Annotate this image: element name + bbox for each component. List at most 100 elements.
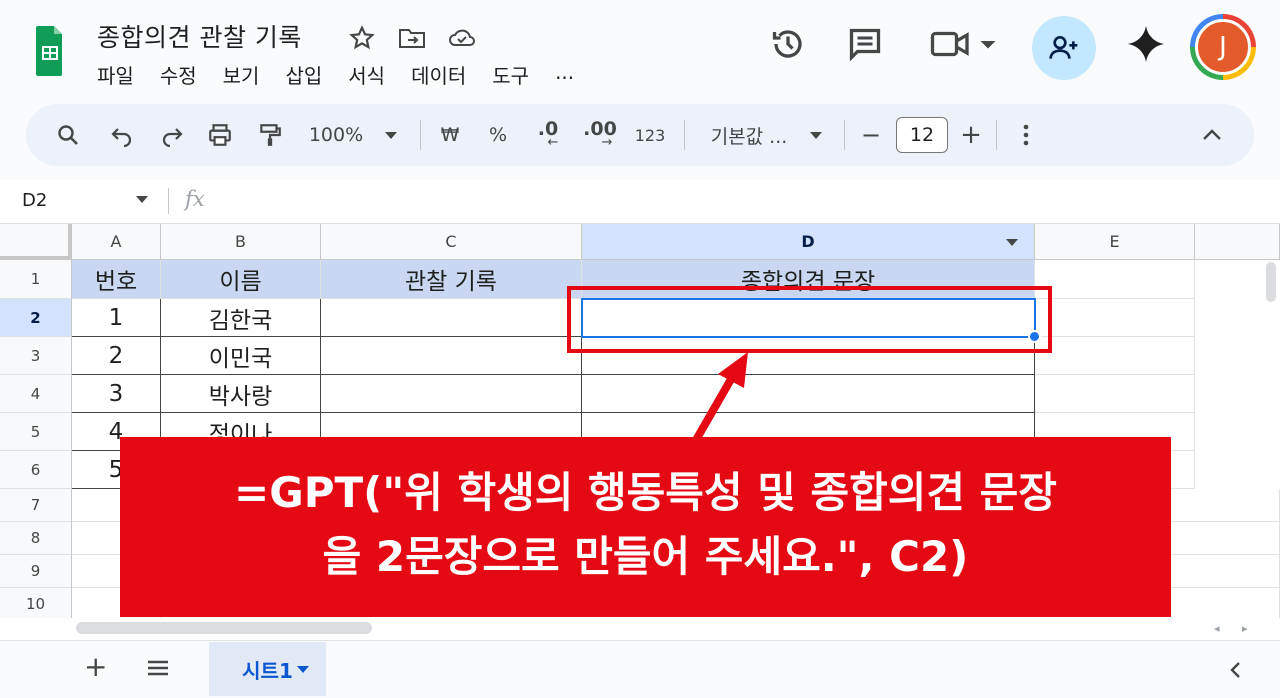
callout-line-2: 을 2문장으로 만들어 주세요.", C2) <box>322 532 969 581</box>
row-header-5[interactable]: 5 <box>0 413 72 451</box>
column-header-a[interactable]: A <box>72 224 161 260</box>
print-icon[interactable] <box>202 116 238 154</box>
cloud-saved-icon[interactable] <box>446 22 478 54</box>
cell-d4[interactable] <box>582 375 1035 413</box>
menu-more[interactable]: ... <box>555 60 574 89</box>
row-header-8[interactable]: 8 <box>0 522 72 555</box>
formula-callout: =GPT("위 학생의 행동특성 및 종합의견 문장 을 2문장으로 만들어 주… <box>120 437 1171 617</box>
menu-file[interactable]: 파일 <box>97 60 134 89</box>
sheet-tab-dropdown-icon[interactable] <box>297 666 309 673</box>
highlight-box <box>567 286 1052 353</box>
cell-e1[interactable] <box>1035 260 1195 299</box>
star-icon[interactable] <box>346 22 378 54</box>
decrease-font-size-button[interactable]: − <box>858 116 884 154</box>
percent-format-button[interactable]: % <box>484 116 512 154</box>
horizontal-scrollbar-thumb[interactable] <box>76 622 372 634</box>
pointer-arrow-icon <box>692 352 748 442</box>
add-person-icon <box>1049 36 1078 59</box>
cell-a1[interactable]: 번호 <box>72 260 161 299</box>
font-select[interactable]: 기본값 ... <box>702 116 796 154</box>
cell-c2[interactable] <box>321 299 582 337</box>
cell-a3[interactable]: 2 <box>72 337 161 375</box>
function-icon: fx <box>185 187 205 211</box>
menu-format[interactable]: 서식 <box>348 60 385 89</box>
menu-data[interactable]: 데이터 <box>411 60 466 89</box>
explore-collapse-icon[interactable] <box>1228 660 1242 684</box>
column-header-d[interactable]: D <box>582 224 1035 260</box>
all-sheets-icon[interactable] <box>146 659 170 681</box>
callout-line-1: =GPT("위 학생의 행동특성 및 종합의견 문장 <box>234 468 1057 517</box>
vertical-scrollbar-thumb[interactable] <box>1266 262 1276 302</box>
sheet-tab-bar <box>0 640 1280 698</box>
add-sheet-button[interactable]: + <box>84 650 107 683</box>
cell-b1[interactable]: 이름 <box>161 260 321 299</box>
row-header-4[interactable]: 4 <box>0 375 72 413</box>
paint-format-icon[interactable] <box>252 116 288 154</box>
sheet-tab-active[interactable]: 시트1 <box>209 642 326 696</box>
cell-e4[interactable] <box>1035 375 1195 413</box>
toolbar-divider <box>684 120 685 150</box>
undo-icon[interactable] <box>104 116 140 154</box>
search-menus-icon[interactable] <box>50 116 86 154</box>
column-d-menu-icon[interactable] <box>1006 239 1018 246</box>
cell-e7[interactable] <box>1171 489 1280 522</box>
menu-bar: 파일 수정 보기 삽입 서식 데이터 도구 ... <box>97 60 600 89</box>
avatar[interactable]: J <box>1195 19 1251 75</box>
toolbar-divider <box>844 120 845 150</box>
menu-edit[interactable]: 수정 <box>160 60 197 89</box>
menu-view[interactable]: 보기 <box>223 60 260 89</box>
select-all-corner[interactable] <box>0 224 72 260</box>
comments-icon[interactable] <box>843 22 887 66</box>
menu-insert[interactable]: 삽입 <box>285 60 322 89</box>
cell-e3[interactable] <box>1035 337 1195 375</box>
more-formats-button[interactable]: 123 <box>630 116 670 154</box>
cell-b3[interactable]: 이민국 <box>161 337 321 375</box>
cell-c4[interactable] <box>321 375 582 413</box>
column-header-c[interactable]: C <box>321 224 582 260</box>
currency-format-button[interactable]: ₩ <box>436 116 464 154</box>
document-title[interactable]: 종합의견 관찰 기록 <box>97 18 302 54</box>
row-header-7[interactable]: 7 <box>0 489 72 522</box>
scroll-right-icon[interactable]: ▸ <box>1242 622 1248 635</box>
row-header-10[interactable]: 10 <box>0 588 72 621</box>
meet-icon[interactable] <box>928 22 1000 66</box>
zoom-dropdown-icon[interactable] <box>385 132 397 139</box>
column-header-f[interactable] <box>1195 224 1280 260</box>
move-folder-icon[interactable] <box>396 22 428 54</box>
cell-a4[interactable]: 3 <box>72 375 161 413</box>
toolbar-divider <box>996 120 997 150</box>
sheets-logo-icon[interactable] <box>36 22 64 78</box>
cell-c1[interactable]: 관찰 기록 <box>321 260 582 299</box>
menu-tools[interactable]: 도구 <box>492 60 529 89</box>
cell-a2[interactable]: 1 <box>72 299 161 337</box>
cell-c3[interactable] <box>321 337 582 375</box>
redo-icon[interactable] <box>154 116 190 154</box>
formula-divider <box>168 188 169 214</box>
font-dropdown-icon[interactable] <box>810 132 822 139</box>
column-header-b[interactable]: B <box>161 224 321 260</box>
zoom-select[interactable]: 100% <box>304 116 368 154</box>
more-options-icon[interactable] <box>1016 116 1036 154</box>
increase-font-size-button[interactable]: + <box>958 116 984 154</box>
cell-e10[interactable] <box>1171 588 1280 621</box>
cell-e2[interactable] <box>1035 299 1195 337</box>
cell-e8[interactable] <box>1171 522 1280 555</box>
column-header-e[interactable]: E <box>1035 224 1195 260</box>
row-header-9[interactable]: 9 <box>0 555 72 588</box>
collapse-toolbar-icon[interactable] <box>1198 116 1226 154</box>
cell-b2[interactable]: 김한국 <box>161 299 321 337</box>
arrow-right-icon: → <box>601 134 613 150</box>
row-header-3[interactable]: 3 <box>0 337 72 375</box>
version-history-icon[interactable] <box>766 22 810 66</box>
share-button[interactable] <box>1032 16 1096 80</box>
name-box-dropdown-icon[interactable] <box>136 196 148 203</box>
cell-b4[interactable]: 박사랑 <box>161 375 321 413</box>
name-box[interactable]: D2 <box>22 190 47 211</box>
gemini-icon[interactable] <box>1124 22 1168 66</box>
row-header-2[interactable]: 2 <box>0 299 72 337</box>
font-size-input[interactable]: 12 <box>896 117 948 153</box>
scroll-left-icon[interactable]: ◂ <box>1214 622 1220 635</box>
row-header-1[interactable]: 1 <box>0 260 72 299</box>
row-header-6[interactable]: 6 <box>0 451 72 489</box>
cell-e9[interactable] <box>1171 555 1280 588</box>
